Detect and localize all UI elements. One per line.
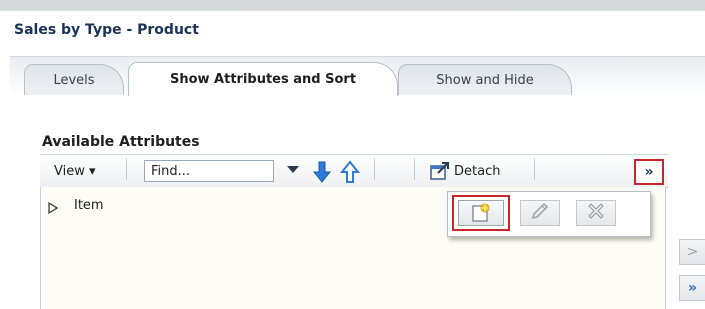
tab-show-and-hide[interactable]: Show and Hide — [398, 64, 572, 95]
move-selected-button[interactable]: > — [679, 239, 705, 265]
top-bar-shadow — [0, 9, 705, 12]
tab-show-attributes-and-sort[interactable]: Show Attributes and Sort — [128, 62, 398, 96]
move-up-icon[interactable] — [339, 160, 361, 188]
delete-button[interactable] — [576, 200, 616, 226]
list-item[interactable]: Item — [74, 198, 104, 213]
tab-levels[interactable]: Levels — [24, 64, 124, 95]
move-all-button[interactable]: » — [679, 275, 705, 301]
section-title: Available Attributes — [42, 134, 200, 150]
top-bar — [0, 0, 705, 9]
find-dropdown-icon[interactable] — [286, 164, 300, 179]
expand-triangle-icon[interactable] — [48, 201, 59, 217]
new-button[interactable] — [452, 195, 510, 231]
toolbar-separator — [414, 158, 415, 180]
edit-pencil-icon — [529, 200, 551, 226]
detach-button[interactable]: Detach — [454, 164, 500, 179]
detach-icon[interactable] — [430, 161, 450, 185]
toolbar-overflow-button[interactable]: » — [634, 159, 664, 185]
view-menu-button[interactable]: View ▾ — [54, 164, 96, 179]
new-icon — [458, 200, 504, 226]
toolbar-separator — [374, 158, 375, 180]
toolbar-separator — [534, 158, 535, 180]
edit-button[interactable] — [520, 200, 560, 226]
find-input[interactable] — [144, 160, 274, 182]
toolbar-separator — [126, 158, 127, 180]
delete-x-icon — [585, 200, 607, 226]
move-down-icon[interactable] — [312, 160, 332, 188]
page-title: Sales by Type - Product — [14, 22, 199, 38]
